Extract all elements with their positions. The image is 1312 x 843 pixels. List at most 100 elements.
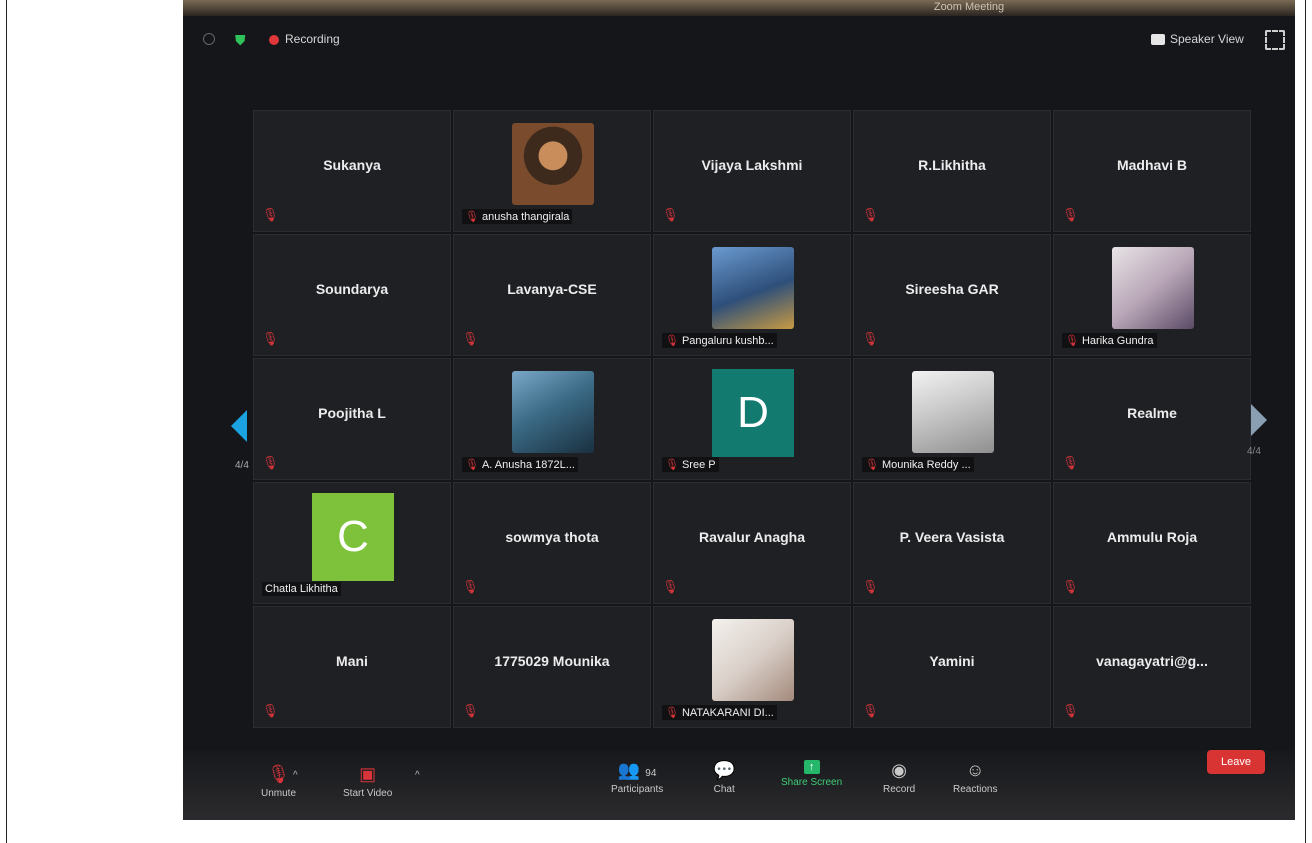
share-screen-label: Share Screen xyxy=(781,777,843,788)
fullscreen-icon[interactable] xyxy=(1265,30,1285,50)
audio-options-chevron-icon[interactable]: ^ xyxy=(293,770,298,781)
participant-tile[interactable]: Sukanya 🎙 xyxy=(253,110,451,232)
video-off-icon: ▣ xyxy=(359,764,377,784)
participant-name: P. Veera Vasista xyxy=(899,529,1005,545)
share-screen-button[interactable]: ↑ Share Screen xyxy=(781,760,842,788)
share-screen-icon: ↑ xyxy=(803,760,820,774)
next-page-arrow-icon[interactable] xyxy=(1251,404,1267,436)
mic-muted-icon: 🎙 xyxy=(1062,579,1079,594)
participant-tile[interactable]: Madhavi B 🎙 xyxy=(1053,110,1251,232)
video-options-chevron-icon[interactable]: ^ xyxy=(415,770,420,781)
participant-caption: 🎙 NATAKARANI DI... xyxy=(662,705,777,720)
participant-tile[interactable]: Vijaya Lakshmi 🎙 xyxy=(653,110,851,232)
participant-tile[interactable]: Ravalur Anagha 🎙 xyxy=(653,482,851,604)
record-label: Record xyxy=(883,784,916,795)
participant-tile[interactable]: 🎙 anusha thangirala xyxy=(453,110,651,232)
participant-name: Ammulu Roja xyxy=(1106,529,1198,545)
unmute-button[interactable]: 🎙 Unmute xyxy=(261,764,296,799)
leave-button[interactable]: Leave xyxy=(1207,750,1265,774)
participant-tile[interactable]: 🎙 Harika Gundra xyxy=(1053,234,1251,356)
participant-initial-avatar: C xyxy=(312,493,394,581)
unmute-label: Unmute xyxy=(261,788,297,799)
reactions-button[interactable]: ☺ Reactions xyxy=(953,760,997,795)
chat-label: Chat xyxy=(713,784,735,795)
mic-muted-icon: 🎙 xyxy=(662,207,679,222)
participant-video-thumbnail xyxy=(712,247,794,329)
participant-name: anusha thangirala xyxy=(481,211,570,223)
participant-name: Chatla Likhitha xyxy=(265,583,338,595)
participant-tile[interactable]: Lavanya-CSE 🎙 xyxy=(453,234,651,356)
mic-muted-icon: 🎙 xyxy=(465,459,479,471)
participant-name: Mounika Reddy ... xyxy=(881,459,971,471)
recording-label[interactable]: Recording xyxy=(285,32,340,46)
speaker-view-button[interactable]: Speaker View xyxy=(1151,32,1244,46)
mic-muted-icon: 🎙 xyxy=(462,703,479,718)
mic-muted-icon: 🎙 xyxy=(465,211,479,223)
mic-muted-icon: 🎙 xyxy=(665,459,679,471)
chat-button[interactable]: 💬 Chat xyxy=(713,760,735,795)
participant-name: Soundarya xyxy=(315,281,389,297)
page-indicator-left: 4/4 xyxy=(235,460,249,471)
participant-tile[interactable]: 1775029 Mounika 🎙 xyxy=(453,606,651,728)
participant-caption: Chatla Likhitha xyxy=(262,582,341,596)
participant-name: 1775029 Mounika xyxy=(494,653,610,669)
participant-initial-avatar: D xyxy=(712,369,794,457)
participant-name: Sree P xyxy=(681,459,716,471)
participants-icon: 👥 94 xyxy=(617,760,657,780)
participant-tile[interactable]: Soundarya 🎙 xyxy=(253,234,451,356)
participant-name: Pangaluru kushb... xyxy=(681,335,774,347)
participant-caption: 🎙 Harika Gundra xyxy=(1062,333,1157,348)
participant-video-thumbnail xyxy=(712,619,794,701)
participant-tile[interactable]: 🎙 NATAKARANI DI... xyxy=(653,606,851,728)
participant-caption: 🎙 Sree P xyxy=(662,457,719,472)
mic-muted-icon: 🎙 xyxy=(267,764,290,784)
participant-tile[interactable]: Yamini 🎙 xyxy=(853,606,1051,728)
participant-tile[interactable]: Sireesha GAR 🎙 xyxy=(853,234,1051,356)
mic-muted-icon: 🎙 xyxy=(862,207,879,222)
mic-muted-icon: 🎙 xyxy=(865,459,879,471)
record-icon: ◉ xyxy=(891,760,907,780)
mic-muted-icon: 🎙 xyxy=(662,579,679,594)
participant-caption: 🎙 anusha thangirala xyxy=(462,209,573,224)
participant-video-thumbnail xyxy=(912,371,994,453)
participant-tile[interactable]: Ammulu Roja 🎙 xyxy=(1053,482,1251,604)
participant-tile[interactable]: vanagayatri@g... 🎙 xyxy=(1053,606,1251,728)
mic-muted-icon: 🎙 xyxy=(262,331,279,346)
participant-tile[interactable]: 🎙 Mounika Reddy ... xyxy=(853,358,1051,480)
window-title: Zoom Meeting xyxy=(183,0,1295,16)
participant-tile[interactable]: Poojitha L 🎙 xyxy=(253,358,451,480)
recording-icon xyxy=(269,35,279,45)
participant-grid: Sukanya 🎙 🎙 anusha thangirala Vijaya Lakshmi… xyxy=(253,110,1263,750)
participant-tile[interactable]: P. Veera Vasista 🎙 xyxy=(853,482,1051,604)
meeting-toolbar: 🎙 Unmute ^ ▣ Start Video ^ 👥 94 Particip… xyxy=(183,750,1295,820)
participant-name: A. Anusha 1872L... xyxy=(481,459,575,471)
participant-name: Madhavi B xyxy=(1116,157,1187,173)
participant-name: NATAKARANI DI... xyxy=(681,707,774,719)
record-button[interactable]: ◉ Record xyxy=(883,760,915,795)
participant-name: Harika Gundra xyxy=(1081,335,1154,347)
participant-video-thumbnail xyxy=(512,371,594,453)
participant-name: Vijaya Lakshmi xyxy=(701,157,803,173)
participant-tile[interactable]: Mani 🎙 xyxy=(253,606,451,728)
meeting-topbar: ⛊ Recording Speaker View xyxy=(183,16,1295,56)
participant-tile[interactable]: sowmya thota 🎙 xyxy=(453,482,651,604)
start-video-button[interactable]: ▣ Start Video xyxy=(343,764,392,799)
mic-muted-icon: 🎙 xyxy=(1062,207,1079,222)
participant-tile[interactable]: C Chatla Likhitha xyxy=(253,482,451,604)
participants-button[interactable]: 👥 94 Participants xyxy=(611,760,663,795)
participant-tile[interactable]: 🎙 Pangaluru kushb... xyxy=(653,234,851,356)
participant-tile[interactable]: Realme 🎙 xyxy=(1053,358,1251,480)
participant-tile[interactable]: 🎙 A. Anusha 1872L... xyxy=(453,358,651,480)
shield-icon[interactable]: ⛊ xyxy=(235,32,246,49)
info-icon[interactable] xyxy=(203,33,215,45)
mic-muted-icon: 🎙 xyxy=(862,579,879,594)
previous-page-arrow-icon[interactable] xyxy=(231,410,247,442)
participant-tile[interactable]: D 🎙 Sree P xyxy=(653,358,851,480)
speaker-view-label: Speaker View xyxy=(1170,32,1244,46)
start-video-label: Start Video xyxy=(343,788,393,799)
mic-muted-icon: 🎙 xyxy=(462,579,479,594)
participant-tile[interactable]: R.Likhitha 🎙 xyxy=(853,110,1051,232)
reactions-icon: ☺ xyxy=(966,760,985,780)
page-indicator-right: 4/4 xyxy=(1247,446,1261,457)
participant-caption: 🎙 Mounika Reddy ... xyxy=(862,457,974,472)
